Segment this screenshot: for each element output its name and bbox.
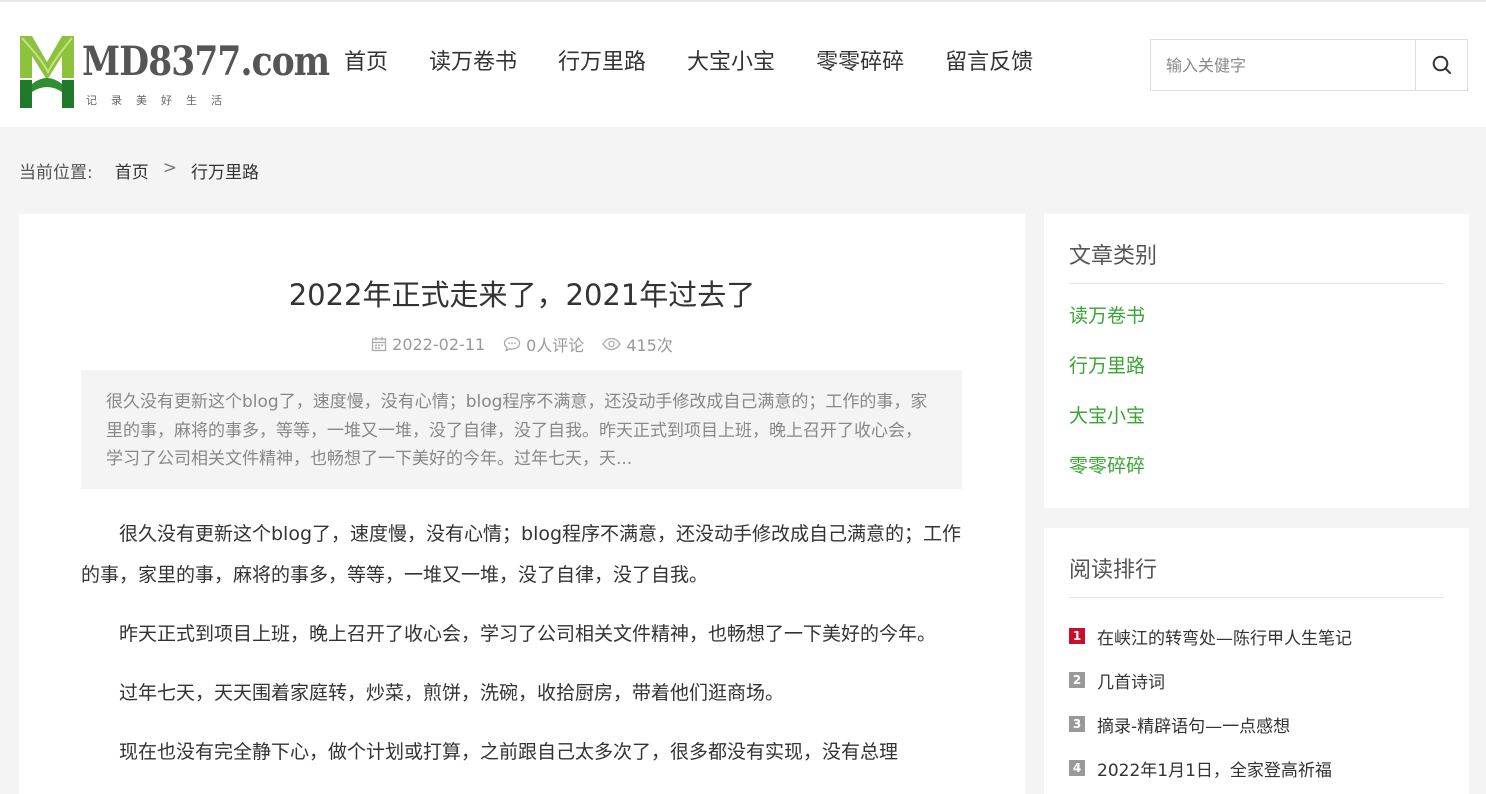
breadcrumb-home-link[interactable]: 首页 bbox=[115, 158, 149, 183]
calendar-icon bbox=[371, 337, 387, 352]
ranking-item[interactable]: 3 摘录-精辟语句—一点感想 bbox=[1069, 702, 1444, 746]
ranking-item-title: 几首诗词 bbox=[1097, 672, 1165, 693]
logo-text: MD8377.com bbox=[82, 38, 330, 85]
ranking-panel: 阅读排行 1 在峡江的转弯处—陈行甲人生笔记 2 几首诗词 3 摘录-精辟语句—… bbox=[1044, 528, 1469, 794]
article-content: 很久没有更新这个blog了，速度慢，没有心情；blog程序不满意，还没动手修改成… bbox=[81, 514, 962, 791]
ranking-title: 阅读排行 bbox=[1069, 558, 1158, 583]
category-link-travel[interactable]: 行万里路 bbox=[1069, 352, 1145, 402]
meta-comments[interactable]: 0人评论 bbox=[503, 332, 584, 356]
category-title: 文章类别 bbox=[1069, 244, 1158, 269]
logo-m-icon bbox=[20, 36, 74, 108]
main-nav: 首页 读万卷书 行万里路 大宝小宝 零零碎碎 留言反馈 bbox=[344, 48, 1074, 78]
article-panel: 2022年正式走来了，2021年过去了 2022-02-11 0人评论 415次… bbox=[19, 214, 1025, 794]
breadcrumb-separator: > bbox=[162, 158, 177, 178]
ranking-item[interactable]: 1 在峡江的转弯处—陈行甲人生笔记 bbox=[1069, 614, 1444, 658]
search-button[interactable] bbox=[1415, 40, 1467, 90]
nav-item-home[interactable]: 首页 bbox=[344, 48, 388, 78]
article-summary: 很久没有更新这个blog了，速度慢，没有心情；blog程序不满意，还没动手修改成… bbox=[81, 370, 962, 489]
category-link-reading[interactable]: 读万卷书 bbox=[1069, 302, 1145, 352]
ranking-divider bbox=[1069, 597, 1444, 598]
ranking-item[interactable]: 4 2022年1月1日，全家登高祈福 bbox=[1069, 746, 1444, 790]
nav-item-kids[interactable]: 大宝小宝 bbox=[687, 48, 775, 78]
nav-item-reading[interactable]: 读万卷书 bbox=[429, 48, 517, 78]
category-list: 读万卷书 行万里路 大宝小宝 零零碎碎 bbox=[1069, 302, 1145, 502]
rank-badge: 1 bbox=[1069, 628, 1085, 644]
search-box bbox=[1150, 39, 1468, 91]
rank-badge: 4 bbox=[1069, 760, 1085, 776]
category-link-kids[interactable]: 大宝小宝 bbox=[1069, 402, 1145, 452]
meta-comments-text: 0人评论 bbox=[526, 336, 585, 355]
search-input[interactable] bbox=[1151, 40, 1417, 90]
comment-icon bbox=[503, 336, 521, 352]
rank-badge: 2 bbox=[1069, 672, 1085, 688]
logo-slogan: 记录美好生活 bbox=[86, 94, 236, 107]
ranking-item-title: 2022年1月1日，全家登高祈福 bbox=[1097, 760, 1332, 781]
nav-item-feedback[interactable]: 留言反馈 bbox=[945, 48, 1033, 78]
meta-views: 415次 bbox=[602, 332, 673, 356]
meta-views-text: 415次 bbox=[626, 336, 673, 355]
breadcrumb: 当前位置: 首页 > 行万里路 bbox=[19, 158, 259, 183]
site-logo[interactable]: MD8377.com 记录美好生活 bbox=[18, 32, 330, 112]
category-link-misc[interactable]: 零零碎碎 bbox=[1069, 452, 1145, 502]
site-header: MD8377.com 记录美好生活 首页 读万卷书 行万里路 大宝小宝 零零碎碎… bbox=[0, 2, 1486, 127]
article-title: 2022年正式走来了，2021年过去了 bbox=[288, 278, 756, 312]
nav-item-travel[interactable]: 行万里路 bbox=[558, 48, 646, 78]
search-icon bbox=[1432, 55, 1451, 74]
article-paragraph: 很久没有更新这个blog了，速度慢，没有心情；blog程序不满意，还没动手修改成… bbox=[81, 523, 962, 586]
eye-icon bbox=[602, 337, 622, 351]
ranking-list: 1 在峡江的转弯处—陈行甲人生笔记 2 几首诗词 3 摘录-精辟语句—一点感想 … bbox=[1069, 614, 1444, 790]
category-panel: 文章类别 读万卷书 行万里路 大宝小宝 零零碎碎 bbox=[1044, 214, 1469, 508]
breadcrumb-label: 当前位置: bbox=[19, 163, 93, 183]
article-paragraph: 现在也没有完全静下心，做个计划或打算，之前跟自己太多次了，很多都没有实现，没有总… bbox=[119, 741, 899, 763]
ranking-item[interactable]: 2 几首诗词 bbox=[1069, 658, 1444, 702]
meta-date-text: 2022-02-11 bbox=[392, 334, 486, 354]
nav-item-misc[interactable]: 零零碎碎 bbox=[816, 48, 904, 78]
rank-badge: 3 bbox=[1069, 716, 1085, 732]
ranking-item-title: 摘录-精辟语句—一点感想 bbox=[1097, 716, 1291, 737]
article-paragraph: 昨天正式到项目上班，晚上召开了收心会，学习了公司相关文件精神，也畅想了一下美好的… bbox=[119, 623, 937, 645]
category-divider bbox=[1069, 283, 1444, 284]
article-meta: 2022-02-11 0人评论 415次 bbox=[19, 332, 1025, 356]
breadcrumb-current-link[interactable]: 行万里路 bbox=[191, 158, 259, 183]
meta-date: 2022-02-11 bbox=[371, 335, 485, 354]
article-paragraph: 过年七天，天天围着家庭转，炒菜，煎饼，洗碗，收拾厨房，带着他们逛商场。 bbox=[119, 682, 785, 704]
ranking-item-title: 在峡江的转弯处—陈行甲人生笔记 bbox=[1097, 628, 1352, 649]
